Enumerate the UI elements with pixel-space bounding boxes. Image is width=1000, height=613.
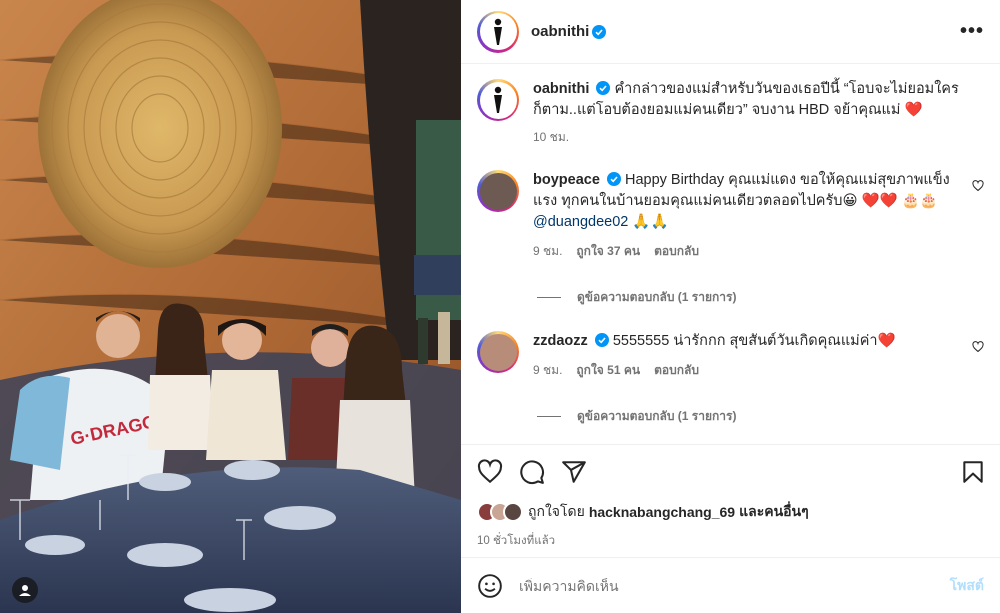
view-replies-button[interactable]: ดูข้อความตอบกลับ (1 รายการ)	[537, 288, 984, 307]
carousel-indicator[interactable]	[12, 577, 38, 603]
author-username[interactable]: oabnithi	[531, 23, 589, 40]
bookmark-icon[interactable]	[960, 459, 986, 485]
user-tag-icon	[19, 585, 31, 596]
post-photo[interactable]: G·DRAGON	[0, 0, 461, 613]
heart-icon[interactable]	[477, 459, 503, 485]
post-timestamp[interactable]: 10 ชั่วโมงที่แล้ว	[477, 532, 986, 550]
view-replies-label: ดูข้อความตอบกลับ (1 รายการ)	[577, 409, 737, 423]
heart-icon[interactable]	[972, 180, 984, 192]
verified-icon	[594, 333, 609, 347]
verified-icon	[592, 24, 607, 39]
comment-likes[interactable]: ถูกใจ 51 คน	[576, 360, 640, 381]
more-icon[interactable]: •••	[960, 20, 984, 43]
likes-others[interactable]: และคนอื่นๆ	[739, 501, 809, 523]
comment-item: zzdaozz 5555555 น่ารักกก สุขสันต์วันเกิด…	[477, 331, 984, 381]
photo-illustration: G·DRAGON	[0, 0, 461, 613]
comment-avatar[interactable]	[477, 170, 519, 212]
comment-avatar[interactable]	[477, 331, 519, 373]
reply-button[interactable]: ตอบกลับ	[654, 241, 699, 262]
comment-icon[interactable]	[519, 459, 545, 485]
caption: oabnithi คำกล่าวของแม่สำหรับวันของเธอปีน…	[477, 79, 984, 148]
add-comment-bar: โพสต์	[461, 557, 1000, 613]
comment-time: 9 ชม.	[533, 363, 563, 377]
likes-prefix: ถูกใจโดย	[528, 503, 585, 519]
verified-icon	[606, 172, 621, 186]
caption-emoji: ❤️	[904, 102, 923, 118]
post-detail-panel: oabnithi ••• oabnithi คำกล่าวของแม่สำหรั…	[461, 0, 1000, 613]
comment-username[interactable]: boypeace	[533, 172, 600, 188]
comment-username[interactable]: zzdaozz	[533, 333, 588, 349]
post-header: oabnithi •••	[461, 0, 1000, 64]
author-avatar[interactable]	[477, 10, 519, 53]
emoji-icon[interactable]	[477, 573, 503, 599]
comment-likes[interactable]: ถูกใจ 37 คน	[576, 241, 640, 262]
liker-avatars	[477, 502, 523, 522]
comment-item: boypeace Happy Birthday คุณแม่แดง ขอให้ค…	[477, 170, 984, 262]
post-comment-button[interactable]: โพสต์	[950, 575, 984, 597]
author-avatar-image	[494, 18, 502, 45]
post-actions: ถูกใจโดย hacknabangchang_69 และคนอื่นๆ 1…	[461, 444, 1000, 550]
comment-input[interactable]	[519, 577, 950, 594]
verified-icon	[596, 81, 611, 95]
comment-emoji: 🙏🙏	[632, 214, 669, 230]
likes-summary: ถูกใจโดย hacknabangchang_69 และคนอื่นๆ	[477, 501, 986, 523]
comment-time: 9 ชม.	[533, 244, 563, 258]
caption-time: 10 ชม.	[533, 130, 570, 144]
comment-text: 5555555 น่ารักกก สุขสันต์วันเกิดคุณแม่ค่…	[612, 333, 896, 349]
comments-list[interactable]: oabnithi คำกล่าวของแม่สำหรับวันของเธอปีน…	[461, 65, 1000, 443]
caption-avatar-image	[494, 86, 502, 113]
share-icon[interactable]	[561, 459, 587, 485]
caption-avatar[interactable]	[477, 79, 519, 121]
view-replies-label: ดูข้อความตอบกลับ (1 รายการ)	[577, 290, 737, 304]
caption-username[interactable]: oabnithi	[533, 81, 589, 97]
heart-icon[interactable]	[972, 341, 984, 353]
view-replies-button[interactable]: ดูข้อความตอบกลับ (1 รายการ)	[537, 407, 984, 426]
liker-username[interactable]: hacknabangchang_69	[589, 504, 735, 520]
reply-button[interactable]: ตอบกลับ	[654, 360, 699, 381]
comment-mention[interactable]: @duangdee02	[533, 214, 628, 230]
